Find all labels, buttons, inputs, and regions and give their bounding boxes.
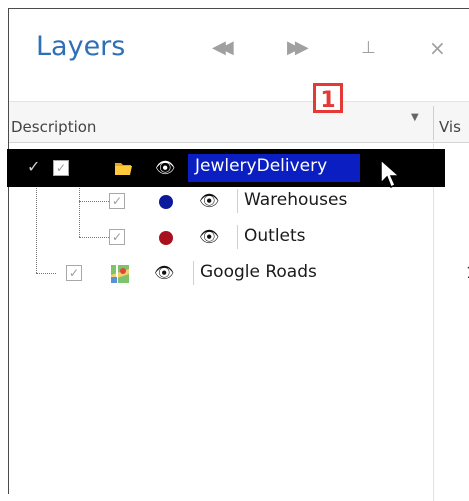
eye-icon[interactable]: 👁	[155, 160, 175, 176]
layer-row-outlets[interactable]: ✓ 👁 Outlets	[9, 223, 469, 253]
layer-visibility-checkbox[interactable]: ✓	[66, 265, 82, 281]
eye-icon[interactable]: 👁	[199, 229, 219, 245]
next-icon[interactable]: ▶▶	[287, 37, 309, 59]
red-dot-icon	[159, 231, 173, 245]
cell-divider	[193, 261, 194, 285]
filter-icon[interactable]: ▼	[411, 112, 419, 123]
layer-label[interactable]: Warehouses	[244, 190, 347, 210]
blue-dot-icon	[159, 195, 173, 209]
visible-column-header[interactable]: Vis	[439, 118, 461, 136]
description-column-header[interactable]: Description	[11, 118, 96, 136]
layer-label[interactable]: JewleryDelivery	[195, 156, 327, 176]
folder-open-icon	[114, 160, 134, 180]
mouse-cursor-icon	[380, 158, 402, 193]
layer-visibility-checkbox[interactable]: ✓	[109, 229, 125, 245]
layer-row-google-roads[interactable]: ✓ 👁 Google Roads 1	[9, 259, 469, 289]
pin-icon[interactable]: ⊥	[361, 37, 376, 59]
layer-visibility-checkbox[interactable]: ✓	[109, 193, 125, 209]
panel-title: Layers	[36, 31, 126, 62]
cell-divider	[237, 189, 238, 213]
layer-label[interactable]: Google Roads	[200, 262, 317, 282]
layer-visibility-checkbox[interactable]: ✓	[53, 160, 69, 176]
collapse-chevron-icon[interactable]: ✓	[27, 157, 40, 176]
map-icon	[111, 265, 129, 283]
column-divider[interactable]	[433, 106, 434, 140]
layers-panel: Layers ◀◀ ▶▶ ⊥ × Description ▼ Vis ✓ ✓ 👁…	[7, 8, 469, 501]
cell-divider	[237, 225, 238, 249]
column-header: Description ▼ Vis	[9, 101, 469, 143]
layer-label[interactable]: Outlets	[244, 226, 306, 246]
step-badge: 1	[313, 83, 343, 113]
close-icon[interactable]: ×	[429, 37, 446, 59]
panel-titlebar: Layers ◀◀ ▶▶ ⊥ ×	[9, 9, 469, 97]
eye-icon[interactable]: 👁	[199, 193, 219, 209]
eye-icon[interactable]: 👁	[154, 265, 174, 281]
previous-icon[interactable]: ◀◀	[212, 37, 234, 59]
